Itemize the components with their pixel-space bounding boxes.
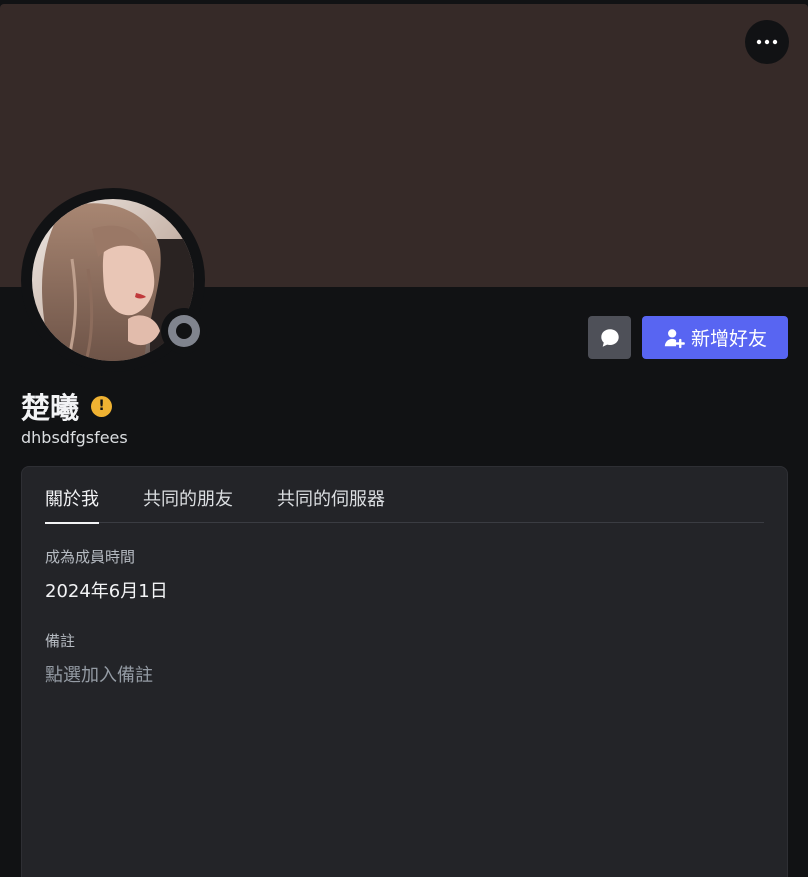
send-message-button[interactable] [588, 316, 631, 359]
add-friend-label: 新增好友 [690, 328, 767, 350]
member-since-value: 2024年6月1日 [45, 581, 168, 602]
more-options-button[interactable] [745, 20, 789, 64]
offline-status-icon [168, 315, 200, 347]
name-row: 楚曦 ! [21, 386, 113, 426]
chat-bubble-icon [600, 328, 619, 347]
note-input[interactable]: 點選加入備註 [45, 661, 153, 687]
member-since-label: 成為成員時間 [45, 548, 136, 566]
username: dhbsdfgsfees [21, 428, 128, 447]
more-horizontal-icon [756, 39, 778, 45]
profile-tabs: 關於我 共同的朋友 共同的伺服器 [45, 467, 764, 524]
avatar-frame [21, 188, 207, 372]
tab-mutual-friends[interactable]: 共同的朋友 [143, 467, 233, 523]
tab-about-me[interactable]: 關於我 [45, 467, 99, 524]
status-indicator [161, 308, 207, 354]
user-profile-modal: 新增好友 楚曦 ! dhbsdfgsfees 關於我 共同的朋友 共同的伺服器 … [0, 0, 808, 877]
add-friend-icon [664, 328, 685, 348]
warning-icon[interactable]: ! [91, 395, 113, 417]
tab-mutual-servers[interactable]: 共同的伺服器 [277, 467, 385, 523]
add-friend-button[interactable]: 新增好友 [642, 316, 788, 359]
note-label: 備註 [45, 632, 76, 650]
profile-info-panel: 關於我 共同的朋友 共同的伺服器 成為成員時間 2024年6月1日 備註 點選加… [21, 466, 788, 877]
display-name: 楚曦 [21, 391, 80, 425]
